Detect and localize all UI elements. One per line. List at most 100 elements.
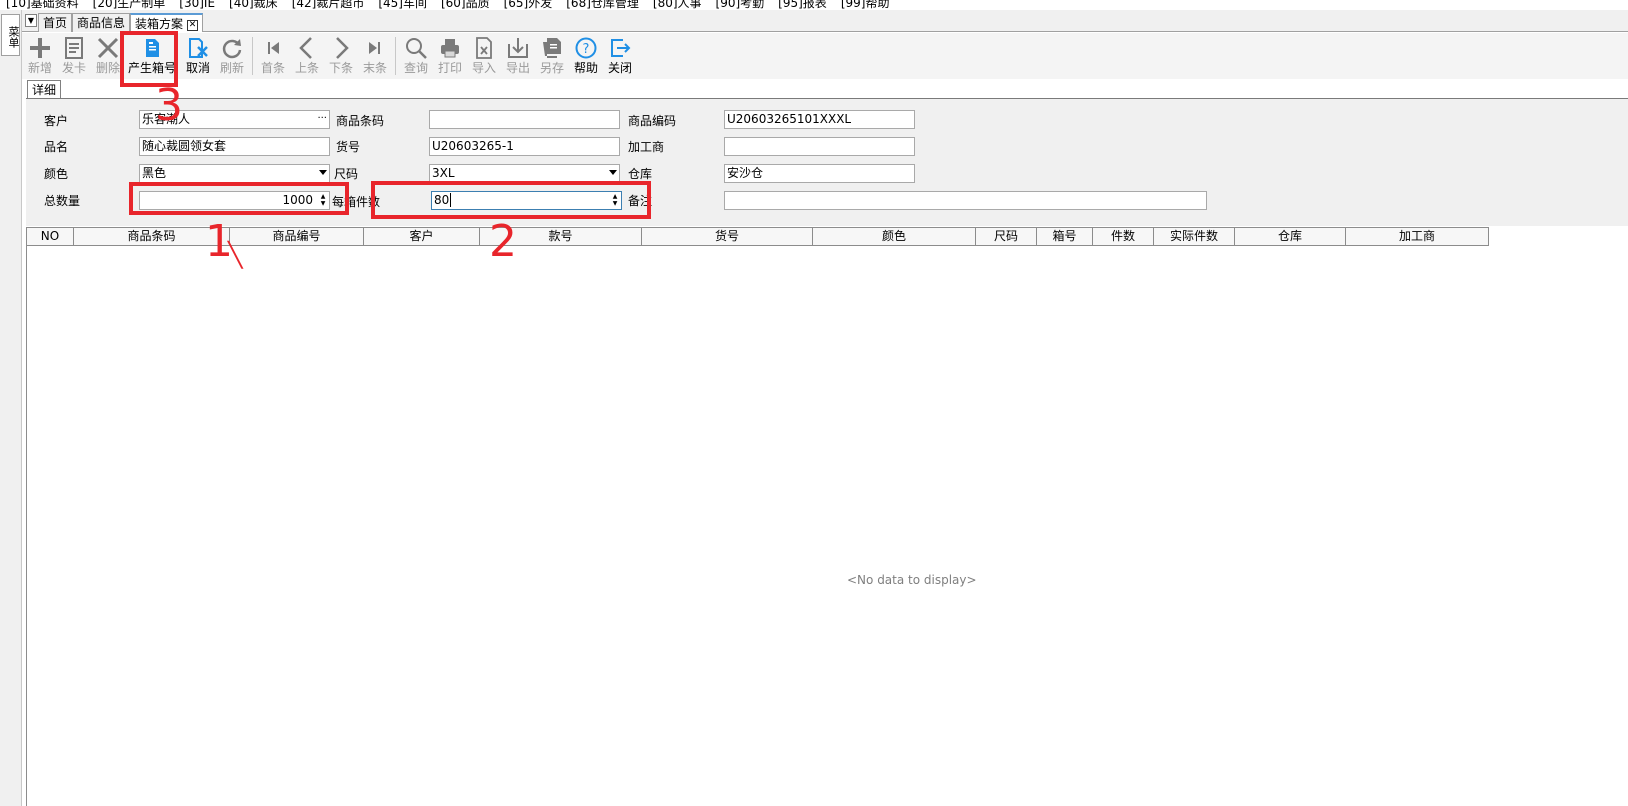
item-number-field[interactable]: U20603265-1 — [429, 137, 620, 156]
cancel-button[interactable]: 取消 — [181, 35, 215, 79]
color-value: 黑色 — [142, 166, 167, 180]
product-name-field[interactable]: 随心裁圆领女套 — [139, 137, 330, 156]
tab-label: 装箱方案 — [135, 17, 184, 31]
barcode-field[interactable] — [429, 110, 620, 129]
first-record-button-label: 首条 — [260, 61, 285, 75]
tab-detail[interactable]: 详细 — [27, 80, 62, 99]
printer-icon — [441, 39, 459, 58]
barcode-label: 商品条码 — [336, 114, 385, 128]
refresh-button-label: 刷新 — [219, 61, 244, 75]
previous-record-button-label: 上条 — [294, 61, 319, 75]
tab-home[interactable]: 首页 — [38, 13, 73, 32]
print-button-label: 打印 — [437, 61, 462, 75]
export-button-label: 导出 — [505, 61, 530, 75]
last-record-button[interactable]: 末条 — [358, 35, 392, 79]
warehouse-field[interactable]: 安沙仓 — [724, 164, 915, 183]
import-button[interactable]: 导入 — [467, 35, 501, 79]
empty-grid-message: <No data to display> — [847, 573, 977, 587]
save-as-icon — [543, 38, 561, 58]
color-select[interactable]: 黑色 — [139, 164, 330, 183]
dropdown-arrow-icon[interactable] — [319, 170, 327, 175]
close-button-label: 关闭 — [607, 61, 632, 75]
tab-product-info[interactable]: 商品信息 — [72, 13, 131, 32]
left-side-strip: 菜单 — [0, 10, 22, 806]
exit-icon — [611, 39, 631, 57]
product-code-value: U20603265101XXXL — [727, 112, 852, 126]
grid-column-header[interactable]: NO — [27, 228, 74, 246]
delete-x-icon — [97, 37, 119, 59]
grid-column-header[interactable]: 仓库 — [1235, 228, 1346, 246]
print-button[interactable]: 打印 — [433, 35, 467, 79]
excel-file-icon — [476, 37, 492, 59]
color-label: 颜色 — [44, 167, 69, 181]
grid-column-header[interactable]: 商品编号 — [230, 228, 364, 246]
export-button[interactable]: 导出 — [501, 35, 535, 79]
previous-record-button[interactable]: 上条 — [290, 35, 324, 79]
chevron-right-icon — [336, 37, 349, 59]
annotation-number-2: 2 — [489, 216, 517, 267]
ellipsis-lookup-button[interactable]: ··· — [317, 111, 327, 126]
next-record-button[interactable]: 下条 — [324, 35, 358, 79]
item-number-label: 货号 — [336, 140, 361, 154]
close-button[interactable]: 关闭 — [603, 35, 637, 79]
plus-icon — [30, 38, 50, 58]
chevron-left-icon — [299, 37, 312, 59]
last-record-button-label: 末条 — [362, 61, 387, 75]
query-button[interactable]: 查询 — [399, 35, 433, 79]
issue-card-button-label: 发卡 — [61, 61, 86, 75]
grid-column-header[interactable]: 货号 — [642, 228, 813, 246]
grid-column-header[interactable]: 实际件数 — [1154, 228, 1235, 246]
tab-list-dropdown-button[interactable]: ▼ — [25, 14, 37, 27]
document-tab-bar: ▼ 首页 商品信息 装箱方案 ✕ — [22, 10, 1628, 32]
cancel-document-icon — [189, 38, 208, 58]
grid-column-header[interactable]: 客户 — [364, 228, 480, 246]
size-value: 3XL — [432, 166, 455, 180]
remark-field[interactable] — [724, 191, 1207, 210]
document-icon — [65, 37, 83, 59]
help-icon: ? — [575, 37, 597, 59]
last-record-icon — [369, 42, 380, 54]
main-menu-bar: [10]基础资料 [20]生产制单 [30]IE [40]裁床 [42]裁片超市 [45]… — [0, 0, 1628, 10]
warehouse-value: 安沙仓 — [727, 166, 764, 180]
query-button-label: 查询 — [403, 61, 428, 75]
product-name-value: 随心裁圆领女套 — [142, 139, 227, 153]
dropdown-arrow-icon[interactable] — [609, 170, 617, 175]
first-record-icon — [268, 42, 279, 54]
save-as-button-label: 另存 — [539, 61, 564, 75]
grid-column-header[interactable]: 加工商 — [1346, 228, 1489, 246]
product-code-label: 商品编码 — [628, 114, 677, 128]
toolbar-separator — [252, 37, 253, 75]
new-button-label: 新增 — [27, 61, 52, 75]
size-label: 尺码 — [334, 167, 359, 181]
tab-label: 商品信息 — [77, 16, 126, 30]
grid-column-header[interactable]: 颜色 — [813, 228, 976, 246]
svg-text:?: ? — [583, 42, 590, 57]
grid-column-header[interactable]: 箱号 — [1037, 228, 1093, 246]
refresh-button[interactable]: 刷新 — [215, 35, 249, 79]
menu-item-ie[interactable]: [30]IE — [179, 0, 215, 10]
help-button-label: 帮助 — [573, 61, 598, 75]
annotation-box-per-box-count — [371, 181, 651, 219]
warehouse-label: 仓库 — [628, 167, 653, 181]
product-code-field[interactable]: U20603265101XXXL — [724, 110, 915, 129]
cancel-button-label: 取消 — [185, 61, 210, 75]
close-tab-icon[interactable]: ✕ — [187, 20, 199, 31]
tab-packing-plan[interactable]: 装箱方案 ✕ — [130, 13, 204, 32]
annotation-box-total-quantity — [129, 182, 349, 215]
help-button[interactable]: ? 帮助 — [569, 35, 603, 79]
first-record-button[interactable]: 首条 — [256, 35, 290, 79]
issue-card-button[interactable]: 发卡 — [57, 35, 91, 79]
grid-column-header[interactable]: 件数 — [1093, 228, 1154, 246]
item-number-value: U20603265-1 — [432, 139, 514, 153]
grid-column-header[interactable]: 尺码 — [976, 228, 1037, 246]
processor-label: 加工商 — [628, 140, 665, 154]
processor-field[interactable] — [724, 137, 915, 156]
annotation-stroke: ╲ — [228, 241, 243, 269]
total-quantity-label: 总数量 — [44, 194, 81, 208]
toolbar: 新增 发卡 删除 产生箱号 取消 刷新 首条 上条 下条 末条 查询 打印 导入… — [22, 33, 1628, 79]
new-button[interactable]: 新增 — [23, 35, 57, 79]
save-as-button[interactable]: 另存 — [535, 35, 569, 79]
annotation-number-3: 3 — [155, 80, 183, 131]
side-menu-tab[interactable]: 菜单 — [1, 14, 20, 56]
customer-label: 客户 — [44, 114, 69, 128]
